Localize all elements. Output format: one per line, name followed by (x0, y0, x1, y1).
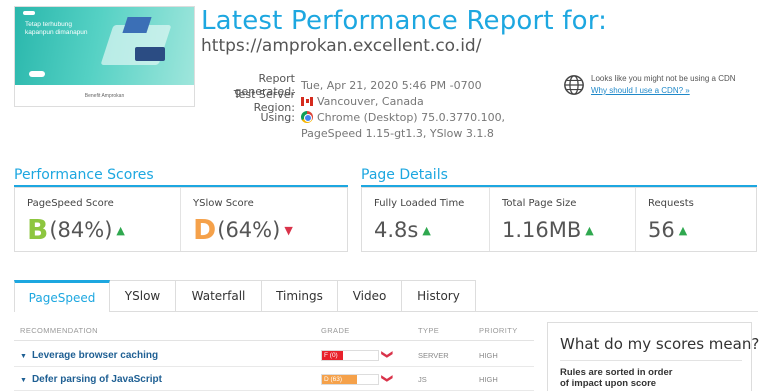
tab-history[interactable]: History (402, 280, 476, 312)
region-value: Vancouver, Canada (317, 94, 424, 108)
report-url: https://amprokan.excellent.co.id/ (201, 36, 482, 56)
table-row[interactable]: ▼ Defer parsing of JavaScript D (63) ❯ JS… (14, 367, 534, 391)
page-details-title: Page Details (361, 167, 448, 183)
pagespeed-score-label: PageSpeed Score (27, 198, 114, 209)
globe-icon (564, 75, 584, 95)
recommendation-label: Leverage browser caching (31, 350, 159, 361)
requests-label: Requests (648, 198, 694, 209)
tab-waterfall[interactable]: Waterfall (176, 280, 262, 312)
report-meta: Report generated: Tue, Apr 21, 2020 5:46… (201, 72, 506, 141)
page-details-card: Fully Loaded Time 4.8s ▲ Total Page Size… (361, 187, 757, 252)
requests: Requests 56 ▲ (636, 188, 758, 251)
recommendation-label: Defer parsing of JavaScript (31, 374, 162, 385)
recommendation-name[interactable]: ▼ Defer parsing of JavaScript (20, 374, 162, 385)
scores-explanation-title: What do my scores mean? (560, 335, 760, 353)
yslow-score-label: YSlow Score (193, 198, 254, 209)
grade-bar-fill: D (63) (322, 375, 358, 384)
priority-value: HIGH (479, 375, 498, 384)
pagespeed-score: PageSpeed Score B (84%) ▲ (15, 188, 181, 251)
table-row[interactable]: ▼ Leverage browser caching F (0) ❯ SERVER… (14, 343, 534, 367)
table-header-divider (14, 340, 534, 341)
grade-label: F (0) (324, 352, 338, 359)
tab-pagespeed[interactable]: PageSpeed (14, 280, 110, 312)
pagespeed-grade: B (27, 213, 49, 246)
tab-yslow[interactable]: YSlow (110, 280, 176, 312)
total-page-size-value: 1.16MB (502, 218, 582, 242)
grade-label: D (63) (324, 376, 343, 383)
using-value-browser: Chrome (Desktop) 75.0.3770.100, (317, 110, 506, 124)
using-value-versions: PageSpeed 1.15-gt1.3, YSlow 3.1.8 (301, 126, 494, 140)
grade-bar: F (0) (321, 350, 379, 361)
total-page-size-label: Total Page Size (502, 198, 577, 209)
thumbnail-hero-button (29, 71, 45, 77)
type-value: SERVER (418, 351, 449, 360)
using-label: Using: (260, 110, 296, 124)
type-value: JS (418, 375, 427, 384)
scores-explanation-divider (560, 360, 742, 361)
thumbnail-illustration-desk (135, 47, 165, 61)
report-tabs: PageSpeed YSlow Waterfall Timings Video … (14, 280, 476, 312)
total-page-size: Total Page Size 1.16MB ▲ (490, 188, 636, 251)
expand-triangle-icon[interactable]: ▼ (20, 353, 27, 360)
fully-loaded-time-label: Fully Loaded Time (374, 198, 465, 209)
load-trend-up-icon: ▲ (422, 223, 431, 237)
chrome-icon (301, 111, 313, 123)
requests-value: 56 (648, 218, 675, 242)
cdn-notice: Looks like you might not be using a CDN … (563, 74, 736, 96)
size-trend-up-icon: ▲ (585, 223, 594, 237)
thumbnail-bottom-title: Benefit Amprokan (84, 93, 125, 99)
chevron-down-icon[interactable]: ❯ (381, 374, 394, 383)
cdn-text: Looks like you might not be using a CDN (591, 74, 736, 83)
header-type: TYPE (418, 326, 440, 335)
yslow-percent: (64%) (217, 218, 281, 242)
requests-trend-up-icon: ▲ (678, 223, 688, 237)
performance-scores-title: Performance Scores (14, 167, 154, 183)
thumbnail-logo (23, 11, 35, 15)
scores-explanation-text: Rules are sorted in order of impact upon… (560, 367, 673, 389)
site-screenshot-thumbnail: Tetap terhubung kapanpun dimanapun Benef… (14, 6, 195, 107)
header-grade: GRADE (321, 326, 350, 335)
grade-bar-fill: F (0) (322, 351, 344, 360)
expand-triangle-icon[interactable]: ▼ (20, 377, 27, 384)
fully-loaded-time: Fully Loaded Time 4.8s ▲ (362, 188, 490, 251)
thumbnail-hero-text: Tetap terhubung kapanpun dimanapun (25, 21, 88, 36)
yslow-score: YSlow Score D (64%) ▼ (181, 188, 349, 251)
header-recommendation: RECOMMENDATION (20, 326, 98, 335)
recommendation-name[interactable]: ▼ Leverage browser caching (20, 350, 158, 361)
canada-flag-icon (301, 96, 313, 106)
chevron-down-icon[interactable]: ❯ (381, 350, 394, 359)
cdn-link[interactable]: Why should I use a CDN? » (591, 86, 736, 95)
pagespeed-percent: (84%) (49, 218, 113, 242)
header-priority: PRIORITY (479, 326, 518, 335)
pagespeed-trend-up-icon: ▲ (116, 223, 125, 237)
fully-loaded-time-value: 4.8s (374, 218, 419, 242)
tab-timings[interactable]: Timings (262, 280, 338, 312)
yslow-grade: D (193, 213, 217, 246)
scores-explanation-panel: What do my scores mean? Rules are sorted… (547, 322, 759, 391)
performance-scores-card: PageSpeed Score B (84%) ▲ YSlow Score D … (14, 187, 348, 252)
generated-value: Tue, Apr 21, 2020 5:46 PM -0700 (301, 78, 482, 92)
grade-bar: D (63) (321, 374, 379, 385)
tab-video[interactable]: Video (338, 280, 402, 312)
priority-value: HIGH (479, 351, 498, 360)
yslow-trend-down-icon: ▼ (284, 223, 293, 237)
page-title: Latest Performance Report for: (201, 6, 608, 36)
